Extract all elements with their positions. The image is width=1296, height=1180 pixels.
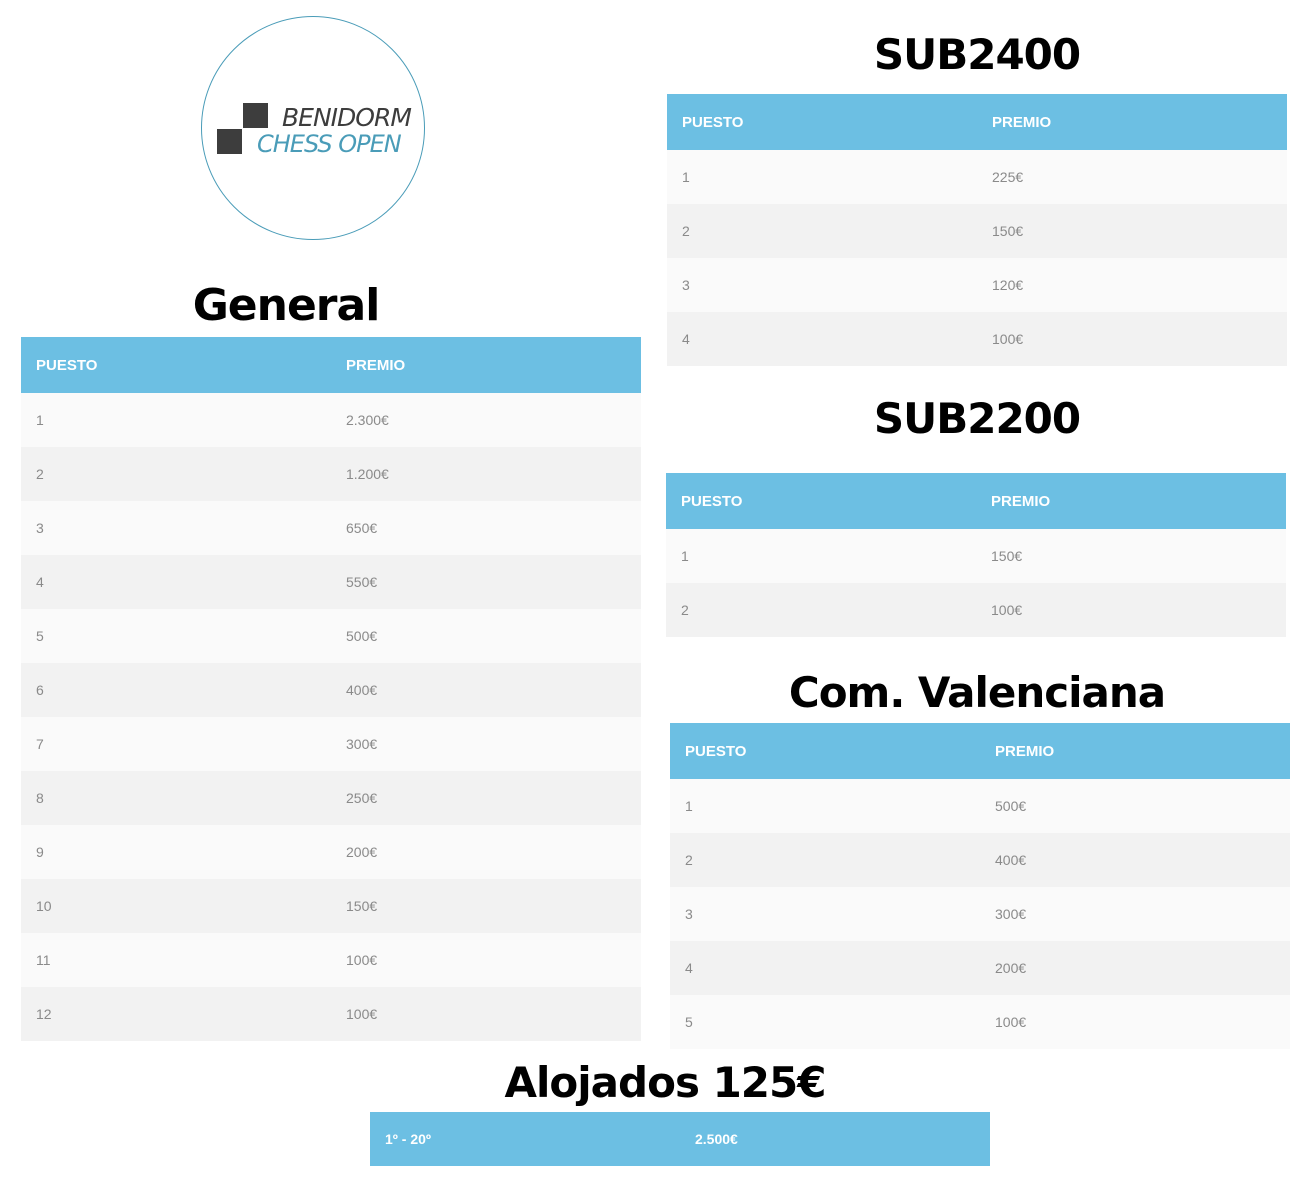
table-row: 1 500€ — [670, 779, 1290, 833]
table-row: 12 100€ — [21, 987, 641, 1041]
premio-cell: 200€ — [980, 941, 1290, 995]
premio-cell: 100€ — [976, 583, 1286, 637]
puesto-cell: 8 — [21, 771, 331, 825]
premio-cell: 150€ — [976, 529, 1286, 583]
premio-cell: 650€ — [331, 501, 641, 555]
puesto-cell: 1 — [670, 779, 980, 833]
table-row: 11 100€ — [21, 933, 641, 987]
premio-cell: 500€ — [980, 779, 1290, 833]
puesto-cell: 11 — [21, 933, 331, 987]
table-row: 8 250€ — [21, 771, 641, 825]
puesto-cell: 12 — [21, 987, 331, 1041]
premio-cell: 150€ — [977, 204, 1287, 258]
alojados-title: Alojados 125€ — [504, 1058, 827, 1107]
table-row: 3 300€ — [670, 887, 1290, 941]
premio-cell: 100€ — [977, 312, 1287, 366]
table-row: 2 150€ — [667, 204, 1287, 258]
table-row: 4 200€ — [670, 941, 1290, 995]
table-row: 4 100€ — [667, 312, 1287, 366]
general-title: General — [192, 280, 381, 331]
header-premio: PREMIO — [980, 723, 1290, 779]
puesto-cell: 6 — [21, 663, 331, 717]
table-row: 3 120€ — [667, 258, 1287, 312]
sub2400-prize-table: PUESTO PREMIO 1 225€ 2 150€ 3 120€ 4 100€ — [667, 94, 1287, 366]
puesto-cell: 3 — [670, 887, 980, 941]
puesto-cell: 5 — [21, 609, 331, 663]
sub2200-title: SUB2200 — [873, 394, 1081, 443]
premio-cell: 2.500€ — [680, 1112, 990, 1166]
sub2400-title: SUB2400 — [873, 30, 1081, 79]
table-row: 2 1.200€ — [21, 447, 641, 501]
premio-cell: 400€ — [331, 663, 641, 717]
table-row: 5 100€ — [670, 995, 1290, 1049]
premio-cell: 550€ — [331, 555, 641, 609]
puesto-cell: 2 — [666, 583, 976, 637]
premio-cell: 400€ — [980, 833, 1290, 887]
table-row: 2 400€ — [670, 833, 1290, 887]
header-premio: PREMIO — [976, 473, 1286, 529]
table-header-row: PUESTO PREMIO — [667, 94, 1287, 150]
table-row: 1º - 20º 2.500€ — [370, 1112, 990, 1166]
benidorm-chess-open-logo: BENIDORM CHESS OPEN — [201, 16, 425, 240]
premio-cell: 250€ — [331, 771, 641, 825]
table-header-row: PUESTO PREMIO — [21, 337, 641, 393]
logo-square-icon — [217, 129, 242, 154]
puesto-cell: 4 — [667, 312, 977, 366]
header-puesto: PUESTO — [670, 723, 980, 779]
table-row: 6 400€ — [21, 663, 641, 717]
general-prize-table: PUESTO PREMIO 1 2.300€ 2 1.200€ 3 650€ 4 550€ 5 5… — [21, 337, 641, 1041]
puesto-cell: 5 — [670, 995, 980, 1049]
premio-cell: 100€ — [980, 995, 1290, 1049]
header-puesto: PUESTO — [667, 94, 977, 150]
puesto-cell: 2 — [21, 447, 331, 501]
logo-square-icon — [243, 103, 268, 128]
premio-cell: 300€ — [331, 717, 641, 771]
premio-cell: 225€ — [977, 150, 1287, 204]
table-header-row: PUESTO PREMIO — [670, 723, 1290, 779]
puesto-cell: 1º - 20º — [370, 1112, 680, 1166]
table-row: 1 2.300€ — [21, 393, 641, 447]
table-row: 9 200€ — [21, 825, 641, 879]
puesto-cell: 4 — [670, 941, 980, 995]
puesto-cell: 2 — [667, 204, 977, 258]
premio-cell: 300€ — [980, 887, 1290, 941]
table-row: 1 150€ — [666, 529, 1286, 583]
puesto-cell: 3 — [667, 258, 977, 312]
puesto-cell: 1 — [667, 150, 977, 204]
premio-cell: 500€ — [331, 609, 641, 663]
header-puesto: PUESTO — [666, 473, 976, 529]
puesto-cell: 1 — [21, 393, 331, 447]
header-premio: PREMIO — [331, 337, 641, 393]
premio-cell: 100€ — [331, 987, 641, 1041]
puesto-cell: 7 — [21, 717, 331, 771]
premio-cell: 120€ — [977, 258, 1287, 312]
table-row: 1 225€ — [667, 150, 1287, 204]
table-header-row: PUESTO PREMIO — [666, 473, 1286, 529]
puesto-cell: 3 — [21, 501, 331, 555]
premio-cell: 150€ — [331, 879, 641, 933]
puesto-cell: 9 — [21, 825, 331, 879]
puesto-cell: 4 — [21, 555, 331, 609]
sub2200-prize-table: PUESTO PREMIO 1 150€ 2 100€ — [666, 473, 1286, 637]
table-row: 3 650€ — [21, 501, 641, 555]
header-puesto: PUESTO — [21, 337, 331, 393]
table-row: 7 300€ — [21, 717, 641, 771]
premio-cell: 1.200€ — [331, 447, 641, 501]
valenciana-title: Com. Valenciana — [788, 668, 1166, 717]
table-row: 5 500€ — [21, 609, 641, 663]
premio-cell: 200€ — [331, 825, 641, 879]
premio-cell: 2.300€ — [331, 393, 641, 447]
puesto-cell: 1 — [666, 529, 976, 583]
premio-cell: 100€ — [331, 933, 641, 987]
table-row: 2 100€ — [666, 583, 1286, 637]
logo-text-benidorm: BENIDORM — [282, 103, 412, 132]
header-premio: PREMIO — [977, 94, 1287, 150]
alojados-prize-table: 1º - 20º 2.500€ — [370, 1112, 990, 1166]
valenciana-prize-table: PUESTO PREMIO 1 500€ 2 400€ 3 300€ 4 200€ 5 100€ — [670, 723, 1290, 1049]
table-row: 4 550€ — [21, 555, 641, 609]
logo-text-chess-open: CHESS OPEN — [257, 130, 402, 158]
puesto-cell: 2 — [670, 833, 980, 887]
table-row: 10 150€ — [21, 879, 641, 933]
puesto-cell: 10 — [21, 879, 331, 933]
